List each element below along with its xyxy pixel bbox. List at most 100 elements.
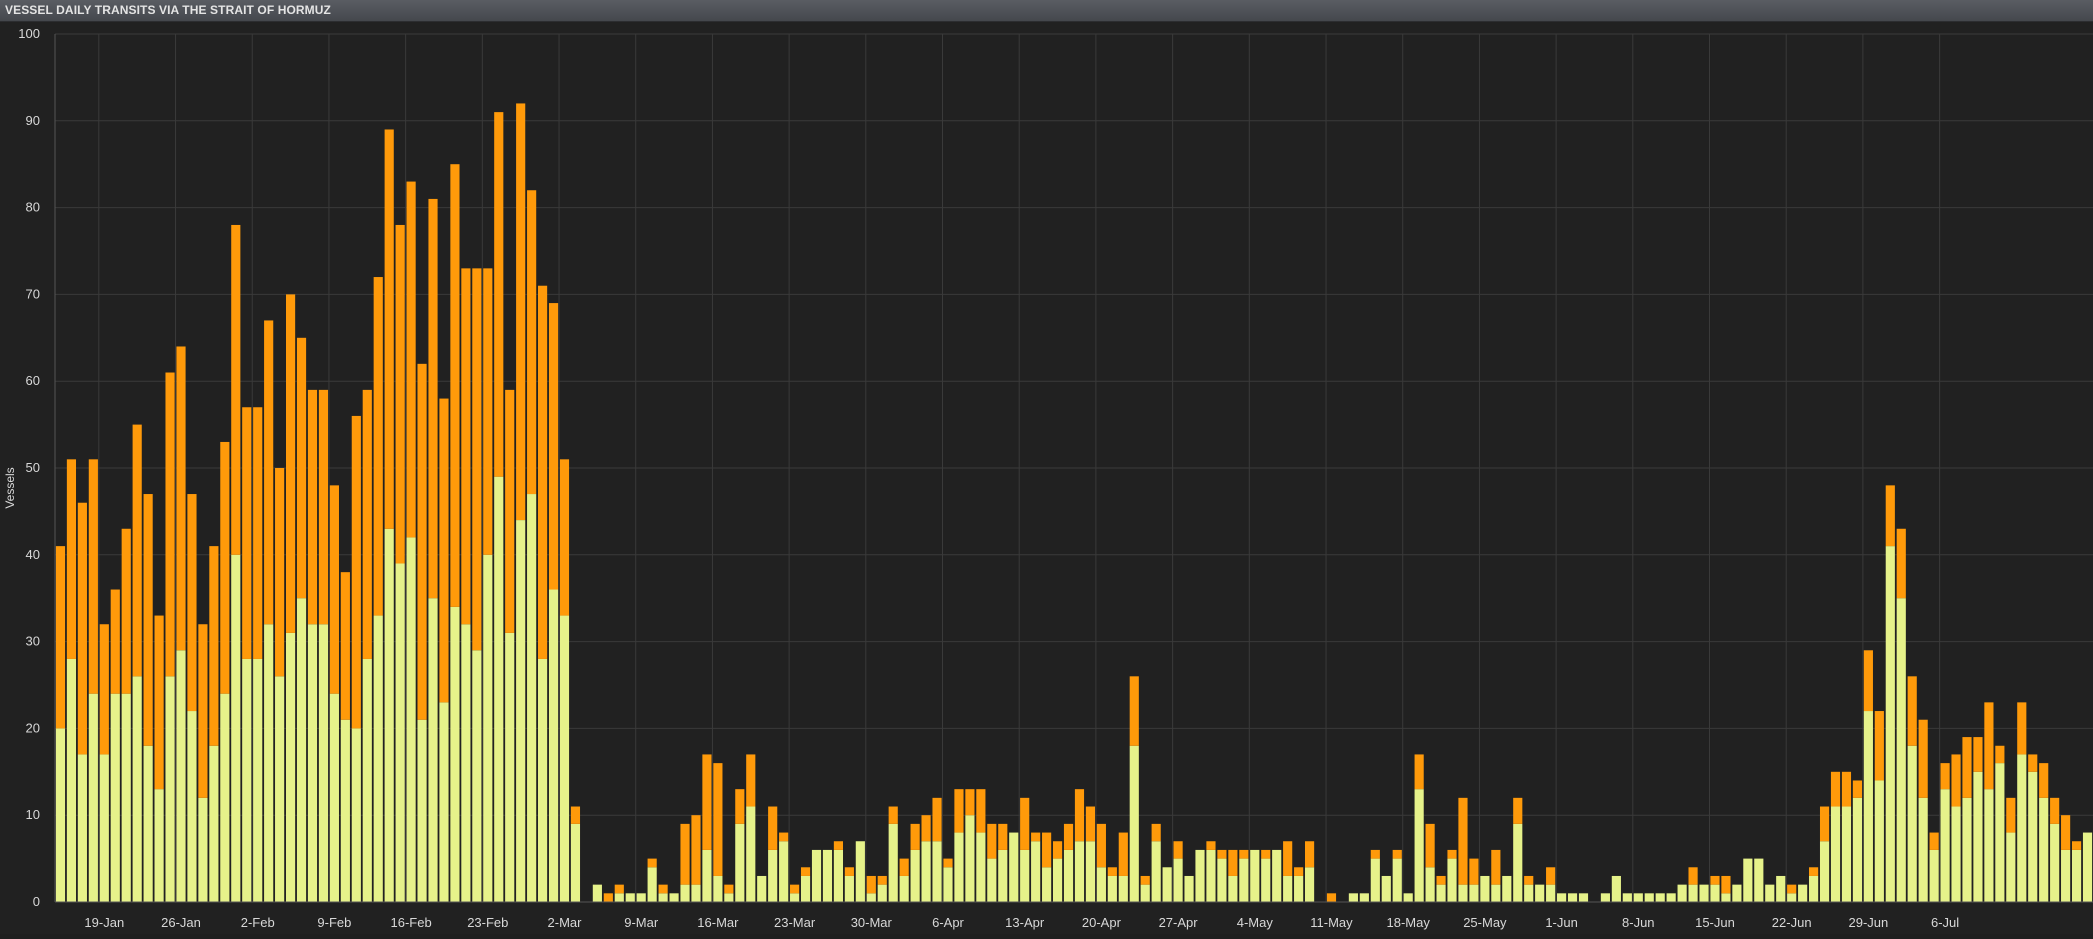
bar-segment-series-a xyxy=(2050,823,2060,902)
bar-segment-series-a xyxy=(1830,806,1841,902)
bar-segment-series-a xyxy=(1031,841,1041,902)
bar-segment-series-a xyxy=(505,632,515,902)
bar-segment-series-b xyxy=(1907,676,1917,746)
bar-segment-series-a xyxy=(636,893,646,902)
bar-segment-series-a xyxy=(1458,884,1468,902)
bar-segment-series-a xyxy=(570,823,581,902)
bar-segment-series-a xyxy=(1962,797,1972,902)
x-tick-label: 18-May xyxy=(1387,915,1431,930)
bar-segment-series-b xyxy=(66,459,77,659)
bar-segment-series-b xyxy=(1217,849,1227,859)
bar-segment-series-b xyxy=(450,164,460,607)
bar-segment-series-a xyxy=(527,494,537,902)
bar-segment-series-a xyxy=(176,650,186,902)
bar-segment-series-a xyxy=(1546,884,1556,902)
bar-segment-series-a xyxy=(1140,884,1150,902)
bar-segment-series-b xyxy=(1513,797,1523,824)
x-tick-label: 26-Jan xyxy=(161,915,201,930)
bar-segment-series-a xyxy=(833,849,844,902)
bar-segment-series-a xyxy=(362,658,372,902)
bar-segment-series-b xyxy=(1524,875,1534,885)
bar-segment-series-b xyxy=(1447,849,1457,859)
bar-segment-series-b xyxy=(1929,832,1939,850)
bar-segment-series-a xyxy=(1304,867,1315,902)
y-tick-label: 90 xyxy=(26,113,40,128)
bar-segment-series-a xyxy=(954,832,964,902)
bar-segment-series-a xyxy=(757,875,767,902)
bar-segment-series-b xyxy=(264,320,274,625)
bar-segment-series-b xyxy=(472,268,482,651)
x-tick-label: 13-Apr xyxy=(1005,915,1045,930)
bar-segment-series-a xyxy=(1809,875,1819,902)
bar-segment-series-a xyxy=(921,841,931,902)
bar-segment-series-b xyxy=(77,502,87,755)
bar-segment-series-b xyxy=(932,797,942,842)
bar-segment-series-b xyxy=(362,389,372,659)
x-tick-label: 6-Apr xyxy=(932,915,964,930)
bar-segment-series-a xyxy=(943,867,953,902)
bar-segment-series-b xyxy=(1787,884,1797,894)
bar-segment-series-a xyxy=(1074,841,1085,902)
bar-segment-series-b xyxy=(844,867,854,876)
y-tick-label: 100 xyxy=(18,26,40,41)
bar-segment-series-b xyxy=(395,224,405,564)
bar-segment-series-b xyxy=(1863,650,1873,712)
bar-segment-series-a xyxy=(855,841,865,902)
bar-segment-series-a xyxy=(1633,893,1643,902)
bar-segment-series-a xyxy=(1228,875,1238,902)
bar-segment-series-a xyxy=(669,893,679,902)
x-tick-label: 25-May xyxy=(1463,915,1507,930)
bar-segment-series-b xyxy=(307,389,318,625)
bar-segment-series-a xyxy=(1743,858,1753,902)
bar-segment-series-a xyxy=(647,867,657,902)
bar-segment-series-a xyxy=(143,745,153,902)
bar-segment-series-a xyxy=(384,528,394,902)
bar-segment-series-b xyxy=(1151,823,1161,842)
bar-segment-series-b xyxy=(55,546,66,729)
chart-title-bar: VESSEL DAILY TRANSITS VIA THE STRAIT OF … xyxy=(0,0,2093,22)
bar-segment-series-b xyxy=(1283,841,1293,876)
x-tick-label: 9-Feb xyxy=(317,915,351,930)
bar-segment-series-a xyxy=(822,849,833,902)
bar-segment-series-a xyxy=(965,815,975,902)
bar-segment-series-a xyxy=(2071,849,2082,902)
bar-segment-series-a xyxy=(483,554,493,902)
bar-segment-series-b xyxy=(1063,823,1074,850)
chart-area: 0 10 20 30 40 50 60 70 80 90 100 19-Jan 26-Jan 2-Feb 9… xyxy=(0,22,2093,934)
bar-segment-series-a xyxy=(658,893,668,902)
bar-segment-series-b xyxy=(987,823,997,859)
bar-segment-series-a xyxy=(1798,884,1808,902)
bar-segment-series-a xyxy=(1195,849,1205,902)
bar-segment-series-a xyxy=(154,789,164,902)
bar-segment-series-b xyxy=(1951,754,1961,807)
bar-segment-series-a xyxy=(1907,745,1917,902)
bar-segment-series-a xyxy=(1677,884,1687,902)
bar-segment-series-a xyxy=(779,841,789,902)
bar-segment-series-a xyxy=(1414,789,1424,902)
bar-segment-series-b xyxy=(1830,771,1841,807)
bar-segment-series-a xyxy=(428,598,438,902)
bar-segment-series-a xyxy=(1096,867,1106,902)
bar-segment-series-b xyxy=(428,198,438,599)
bar-segment-series-b xyxy=(351,415,361,729)
bar-segment-series-a xyxy=(2006,832,2016,902)
bar-segment-series-a xyxy=(329,693,339,902)
bar-segment-series-a xyxy=(132,676,142,902)
bar-segment-series-a xyxy=(1973,771,1983,902)
bar-segment-series-b xyxy=(176,346,186,651)
x-tick-label: 16-Feb xyxy=(391,915,432,930)
bar-segment-series-b xyxy=(1885,485,1895,547)
bar-segment-series-b xyxy=(1096,823,1106,868)
bar-segment-series-b xyxy=(1326,893,1337,902)
bar-segment-series-b xyxy=(833,841,844,850)
bar-segment-series-a xyxy=(439,702,449,902)
bar-segment-series-b xyxy=(1841,771,1852,807)
bar-segment-series-a xyxy=(1951,806,1961,902)
bar-segment-series-b xyxy=(198,624,208,798)
bar-segment-series-a xyxy=(724,893,734,902)
x-tick-label: 16-Mar xyxy=(697,915,739,930)
bar-segment-series-b xyxy=(1414,754,1424,790)
x-tick-label: 15-Jun xyxy=(1695,915,1735,930)
bar-segment-series-a xyxy=(1283,875,1293,902)
x-tick-label: 11-May xyxy=(1310,915,1353,930)
